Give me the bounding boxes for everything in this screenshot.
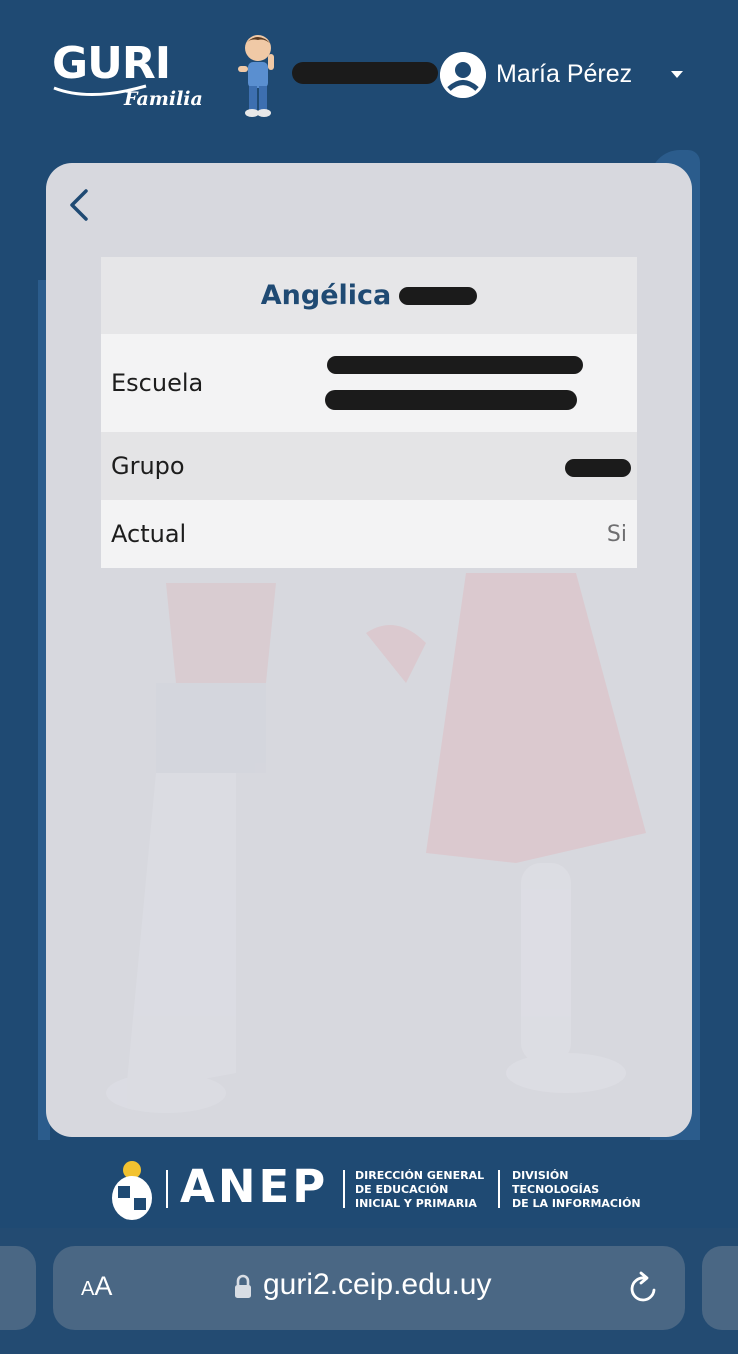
uruguay-seal-icon [112,1161,152,1220]
page: GURI Familia María Pérez Angélica Escuel… [0,0,738,1354]
child-avatar-icon [238,35,274,117]
redacted-surname [399,286,478,305]
reload-icon[interactable] [627,1270,661,1306]
direccion-line: INICIAL Y PRIMARIA [355,1197,477,1210]
previous-tab-pill[interactable] [0,1246,36,1330]
division-text: DIVISIÓN TECNOLOGÍAS DE LA INFORMACIÓN [512,1169,641,1211]
escuela-label: Escuela [111,369,204,397]
anep-brand: ANEP [180,1160,329,1213]
grupo-row: Grupo [101,432,637,500]
caret-down-icon [671,71,683,78]
redacted-grupo [565,459,631,477]
back-chevron-icon[interactable] [64,185,94,225]
user-name: María Pérez [496,60,633,88]
logo-sub-text: Familia [124,88,203,110]
text-size-small: A [81,1278,95,1300]
student-info-table: Angélica Escuela Grupo Actual Si [101,257,637,568]
redacted-name [292,62,438,84]
student-card: Angélica Escuela Grupo Actual Si [46,163,692,1137]
app-header: GURI Familia María Pérez [0,0,738,140]
anep-footer: ANEP DIRECCIÓN GENERAL DE EDUCACIÓN INIC… [0,1150,738,1230]
next-tab-pill[interactable] [702,1246,738,1330]
url-text: guri2.ceip.edu.uy [263,1268,492,1301]
text-size-big: A [94,1271,113,1301]
user-circle-icon [440,52,486,98]
grupo-label: Grupo [111,452,185,480]
address-bar[interactable]: AA guri2.ceip.edu.uy [53,1246,685,1330]
division-line: TECNOLOGÍAS [512,1183,600,1196]
actual-value: Si [606,521,627,547]
direccion-text: DIRECCIÓN GENERAL DE EDUCACIÓN INICIAL Y… [355,1169,484,1211]
actual-label: Actual [111,520,187,548]
footer-divider [343,1170,345,1208]
redacted-escuela [327,356,583,374]
division-line: DE LA INFORMACIÓN [512,1197,641,1210]
browser-toolbar: AA guri2.ceip.edu.uy [0,1228,738,1354]
direccion-line: DIRECCIÓN GENERAL [355,1169,485,1182]
actual-row: Actual Si [101,500,637,568]
footer-divider [498,1170,500,1208]
student-name-header: Angélica [101,257,637,334]
text-size-button[interactable]: AA [81,1271,112,1302]
division-line: DIVISIÓN [512,1169,569,1182]
guri-familia-logo[interactable]: GURI Familia [50,36,203,116]
redacted-escuela [325,390,577,410]
escuela-row: Escuela [101,334,637,432]
student-name: Angélica [260,280,392,311]
footer-divider [166,1170,168,1208]
direccion-line: DE EDUCACIÓN [355,1183,449,1196]
lock-icon [235,1274,251,1298]
